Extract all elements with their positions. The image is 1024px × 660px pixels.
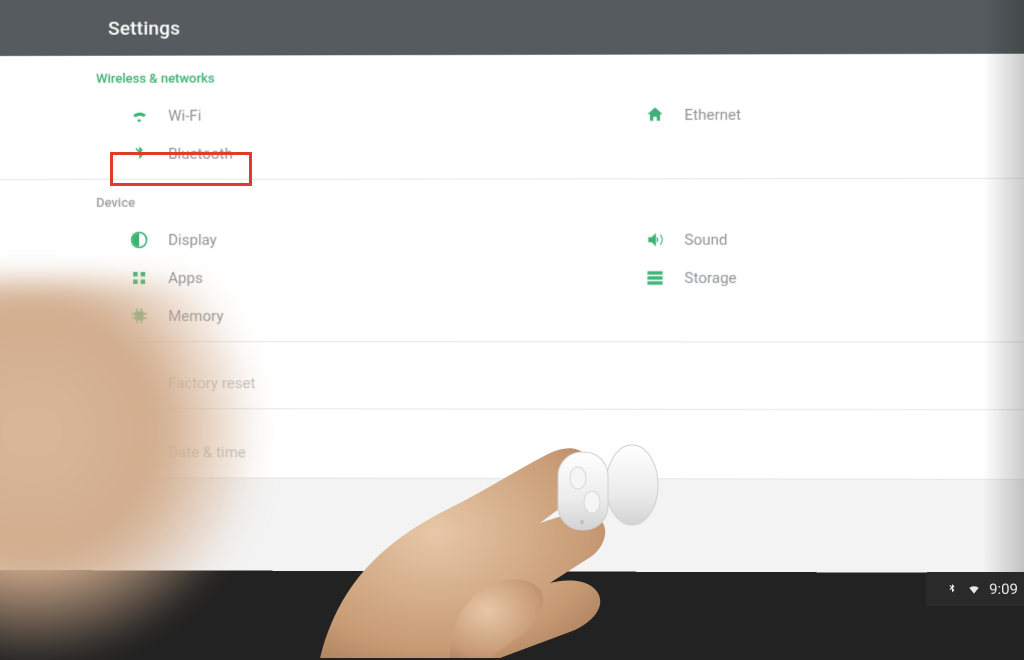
settings-item-ethernet[interactable]: Ethernet [514,95,1024,134]
section-header-wireless: Wireless & networks [0,64,1024,97]
reset-icon [128,372,150,394]
label-bluetooth: Bluetooth [168,145,233,163]
home-icon [644,104,666,126]
settings-item-display[interactable]: Display [0,221,514,259]
section-device: Device Display Sound Apps [0,179,1024,343]
settings-item-date-time[interactable]: Date & time [0,433,514,472]
memory-icon [128,305,150,327]
status-bluetooth-icon [945,582,959,596]
settings-item-factory-reset[interactable]: Factory reset [0,364,514,403]
titlebar: Settings [0,0,1024,56]
settings-item-about[interactable] [514,434,1024,473]
label-wifi: Wi-Fi [168,107,201,125]
settings-item-apps[interactable]: Apps [0,259,514,297]
apps-icon [128,267,150,289]
bluetooth-icon [128,143,150,165]
label-ethernet: Ethernet [684,106,741,124]
storage-icon [644,267,666,289]
status-wifi-icon [967,582,981,596]
label-date-time: Date & time [168,443,246,461]
wifi-icon [128,105,150,127]
status-bar: 9:09 [926,572,1024,606]
settings-item-sound[interactable]: Sound [514,220,1024,259]
page-title: Settings [108,16,180,39]
label-factory-reset: Factory reset [168,374,255,392]
section-system: Date & time [0,409,1024,480]
label-memory: Memory [168,307,223,325]
label-sound: Sound [684,231,727,249]
settings-item-wifi[interactable]: Wi-Fi [0,96,514,135]
label-apps: Apps [168,269,202,287]
section-header-device: Device [0,189,1024,221]
section-personal: Factory reset [0,342,1024,410]
status-time: 9:09 [989,580,1018,598]
settings-screen: Settings Wireless & networks Wi-Fi Ether… [0,0,1024,573]
settings-item-memory[interactable]: Memory [0,297,514,335]
label-storage: Storage [684,269,736,287]
brightness-icon [128,229,150,251]
section-wireless: Wireless & networks Wi-Fi Ethernet Bluet… [0,54,1024,180]
calendar-icon [128,441,150,463]
volume-icon [644,229,666,251]
settings-item-bluetooth[interactable]: Bluetooth [0,134,514,173]
settings-item-storage[interactable]: Storage [514,259,1024,297]
label-display: Display [168,231,217,249]
